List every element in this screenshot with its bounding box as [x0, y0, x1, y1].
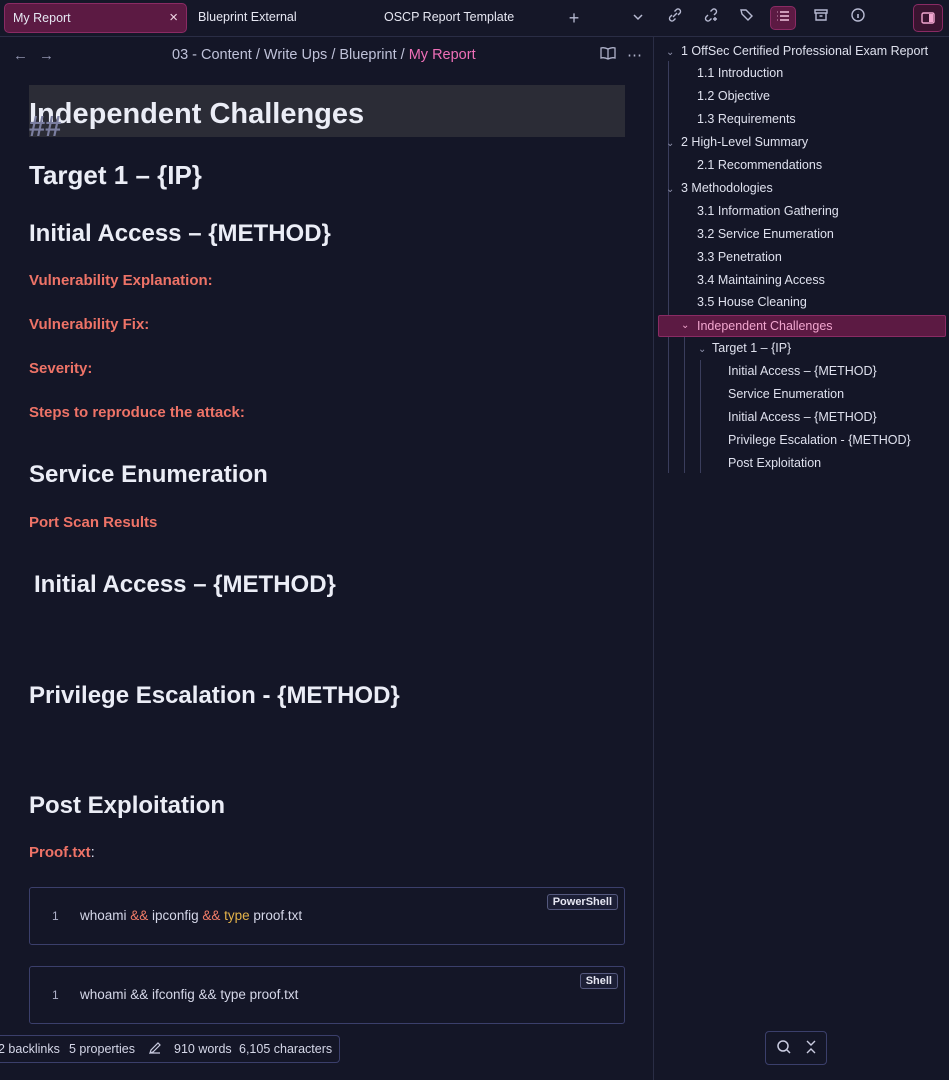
tags-icon[interactable] [734, 6, 760, 30]
code-block-powershell[interactable]: 1 whoami && ipconfig && type proof.txt P… [29, 887, 625, 945]
chevron-down-icon[interactable]: ⌄ [666, 47, 674, 58]
breadcrumb-separator: / [331, 47, 336, 63]
line-number: 1 [52, 909, 59, 923]
status-words: 910 words [174, 1042, 232, 1056]
code-token: whoami [80, 908, 131, 923]
outline-item[interactable]: Service Enumeration [728, 387, 844, 401]
outline-item[interactable]: 3.1 Information Gathering [697, 204, 839, 218]
new-tab-icon[interactable]: + [561, 6, 587, 30]
heading-independent-challenges[interactable]: ## Independent Challenges [29, 85, 625, 143]
language-badge: Shell [579, 973, 618, 989]
outline-item[interactable]: 3 Methodologies [681, 181, 773, 195]
outline-search-box [765, 1031, 827, 1065]
breadcrumb-current[interactable]: My Report [409, 47, 476, 63]
heading-service-enumeration[interactable]: Service Enumeration [29, 461, 268, 489]
chevron-down-icon[interactable]: ⌄ [681, 320, 689, 331]
heading-initial-access[interactable]: Initial Access – {METHOD} [29, 220, 331, 248]
outline-item[interactable]: 3.3 Penetration [697, 250, 782, 264]
forward-arrow-icon[interactable]: → [39, 47, 54, 64]
outline-guide [700, 360, 701, 473]
chevron-down-icon[interactable]: ⌄ [666, 138, 674, 149]
code-keyword: type [224, 908, 250, 923]
chevron-down-icon[interactable] [625, 6, 651, 30]
heading-target[interactable]: Target 1 – {IP} [29, 160, 202, 191]
line-number: 1 [52, 988, 59, 1002]
status-backlinks[interactable]: 2 backlinks [0, 1042, 60, 1056]
code-line: whoami && ifconfig && type proof.txt [80, 987, 299, 1002]
breadcrumb: 03 - Content / Write Ups / Blueprint / M… [172, 47, 476, 63]
tab-blueprint-external[interactable]: Blueprint External [198, 3, 297, 33]
outline-item[interactable]: 2.1 Recommendations [697, 158, 822, 172]
breadcrumb-part[interactable]: Blueprint [339, 47, 396, 63]
outline-item[interactable]: Initial Access – {METHOD} [728, 410, 877, 424]
link-icon[interactable] [662, 6, 688, 30]
tab-oscp-report-template[interactable]: OSCP Report Template [384, 3, 514, 33]
outline-item-active[interactable]: ⌄ Independent Challenges [658, 315, 946, 337]
outline-item[interactable]: Target 1 – {IP} [712, 341, 791, 355]
code-token: proof.txt [249, 908, 303, 923]
outline-guide [668, 61, 669, 473]
outline-sidebar: ⌄ 1 OffSec Certified Professional Exam R… [653, 37, 949, 1080]
code-token: ipconfig [148, 908, 203, 923]
more-options-icon[interactable]: ⋯ [627, 46, 642, 64]
outline-item[interactable]: Post Exploitation [728, 456, 821, 470]
breadcrumb-separator: / [255, 47, 260, 63]
outline-item[interactable]: 1 OffSec Certified Professional Exam Rep… [681, 44, 928, 58]
view-header: ← → 03 - Content / Write Ups / Blueprint… [0, 37, 653, 75]
outline-item-label: Independent Challenges [697, 319, 833, 333]
editor-pane: ← → 03 - Content / Write Ups / Blueprint… [0, 37, 653, 1080]
outline-item[interactable]: Initial Access – {METHOD} [728, 364, 877, 378]
breadcrumb-separator: / [400, 47, 405, 63]
heading-text: Independent Challenges [29, 98, 365, 130]
label-vuln-fix[interactable]: Vulnerability Fix: [29, 316, 149, 333]
chevron-down-icon[interactable]: ⌄ [698, 344, 706, 355]
chevron-down-icon[interactable]: ⌄ [666, 184, 674, 195]
outline-item[interactable]: 3.2 Service Enumeration [697, 227, 834, 241]
sidebar-toggle-icon[interactable] [913, 4, 943, 32]
status-properties[interactable]: 5 properties [69, 1042, 135, 1056]
outline-item[interactable]: 1.2 Objective [697, 89, 770, 103]
code-operator: && [130, 908, 149, 923]
unlink-icon[interactable] [698, 6, 724, 30]
status-bar: 2 backlinks 5 properties 910 words 6,105… [0, 1035, 340, 1063]
outline-guide [684, 337, 685, 473]
outline-item[interactable]: 3.4 Maintaining Access [697, 273, 825, 287]
tab-bar: My Report × Blueprint External OSCP Repo… [0, 0, 949, 37]
outline-list-icon[interactable] [770, 6, 796, 30]
reading-mode-icon[interactable] [600, 46, 616, 64]
tab-label: My Report [13, 11, 71, 25]
outline-item[interactable]: 1.3 Requirements [697, 112, 796, 126]
heading-privilege-escalation[interactable]: Privilege Escalation - {METHOD} [29, 682, 400, 710]
label-port-scan[interactable]: Port Scan Results [29, 514, 157, 531]
heading-marker: ## [29, 111, 62, 143]
back-arrow-icon[interactable]: ← [13, 47, 28, 64]
info-icon[interactable] [845, 6, 871, 30]
heading-initial-access-2[interactable]: Initial Access – {METHOD} [34, 571, 336, 599]
archive-icon[interactable] [808, 6, 834, 30]
proof-text: Proof.txt [29, 844, 91, 861]
collapse-all-icon[interactable] [804, 1039, 818, 1060]
label-proof[interactable]: Proof.txt: [29, 844, 95, 861]
outline-item[interactable]: 2 High-Level Summary [681, 135, 808, 149]
label-severity[interactable]: Severity: [29, 360, 92, 377]
code-operator: && [202, 908, 221, 923]
outline-item[interactable]: Privilege Escalation - {METHOD} [728, 433, 911, 447]
code-block-shell[interactable]: 1 whoami && ifconfig && type proof.txt S… [29, 966, 625, 1024]
code-line: whoami && ipconfig && type proof.txt [80, 908, 302, 923]
language-badge: PowerShell [546, 894, 618, 910]
breadcrumb-part[interactable]: 03 - Content [172, 47, 252, 63]
breadcrumb-part[interactable]: Write Ups [264, 47, 327, 63]
search-icon[interactable] [776, 1039, 792, 1060]
tab-my-report[interactable]: My Report × [4, 3, 187, 33]
status-characters: 6,105 characters [239, 1042, 333, 1056]
heading-post-exploitation[interactable]: Post Exploitation [29, 792, 225, 820]
label-steps[interactable]: Steps to reproduce the attack: [29, 404, 245, 421]
outline-item[interactable]: 3.5 House Cleaning [697, 295, 807, 309]
pencil-icon[interactable] [148, 1041, 162, 1058]
close-icon[interactable]: × [169, 4, 178, 32]
label-vuln-explanation[interactable]: Vulnerability Explanation: [29, 272, 213, 289]
proof-colon: : [90, 844, 95, 861]
outline-item[interactable]: 1.1 Introduction [697, 66, 783, 80]
